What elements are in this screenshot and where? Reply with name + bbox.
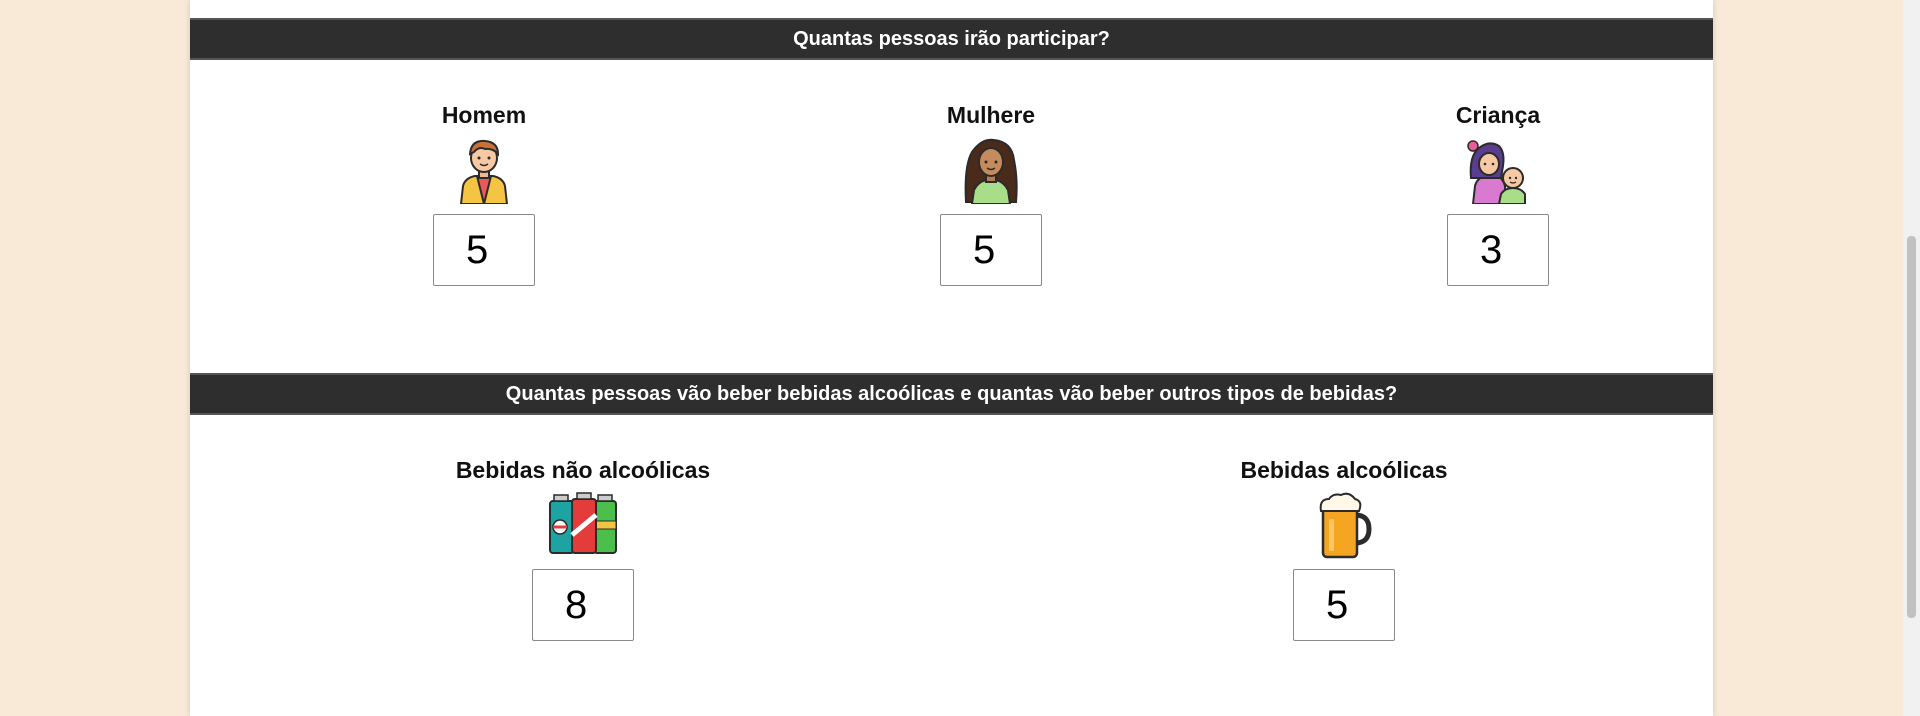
participant-child: Criança [1348, 100, 1648, 286]
scrollbar-thumb[interactable] [1907, 236, 1916, 618]
child-label: Criança [1455, 102, 1541, 128]
content-panel: Quantas pessoas irão participar? Homem M… [190, 0, 1713, 716]
drink-alcoholic: Bebidas alcoólicas [1194, 455, 1494, 641]
drink-non-alcoholic: Bebidas não alcoólicas [433, 455, 733, 641]
soda-cans-icon [549, 492, 617, 554]
children-icon [1467, 140, 1526, 204]
woman-icon [964, 138, 1018, 204]
man-label: Homem [441, 102, 527, 128]
participant-woman: Mulhere [841, 100, 1141, 286]
beer-mug-icon [1319, 492, 1372, 559]
alcoholic-label: Bebidas alcoólicas [1240, 457, 1448, 483]
woman-label: Mulhere [946, 102, 1036, 128]
top-divider [190, 0, 1713, 18]
alcoholic-count-input[interactable] [1293, 569, 1395, 641]
section-header-participants: Quantas pessoas irão participar? [190, 18, 1713, 60]
child-count-input[interactable] [1447, 214, 1549, 286]
man-count-input[interactable] [433, 214, 535, 286]
participant-man: Homem [334, 100, 634, 286]
non-alcoholic-count-input[interactable] [532, 569, 634, 641]
non-alcoholic-label: Bebidas não alcoólicas [455, 457, 711, 483]
section-header-drinks: Quantas pessoas vão beber bebidas alcoól… [190, 373, 1713, 415]
vertical-scrollbar[interactable] [1903, 0, 1920, 716]
man-icon [459, 139, 509, 204]
woman-count-input[interactable] [940, 214, 1042, 286]
